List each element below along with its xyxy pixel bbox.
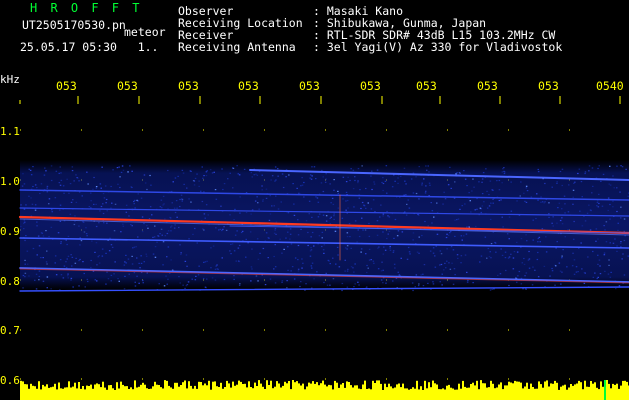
hrofft-window: H R O F F T UT2505170530.pn meteor 25.05… [0, 0, 629, 400]
spectrogram-plot [18, 96, 629, 400]
signal-level-bar [20, 380, 629, 400]
x-axis-ticks [19, 96, 621, 104]
